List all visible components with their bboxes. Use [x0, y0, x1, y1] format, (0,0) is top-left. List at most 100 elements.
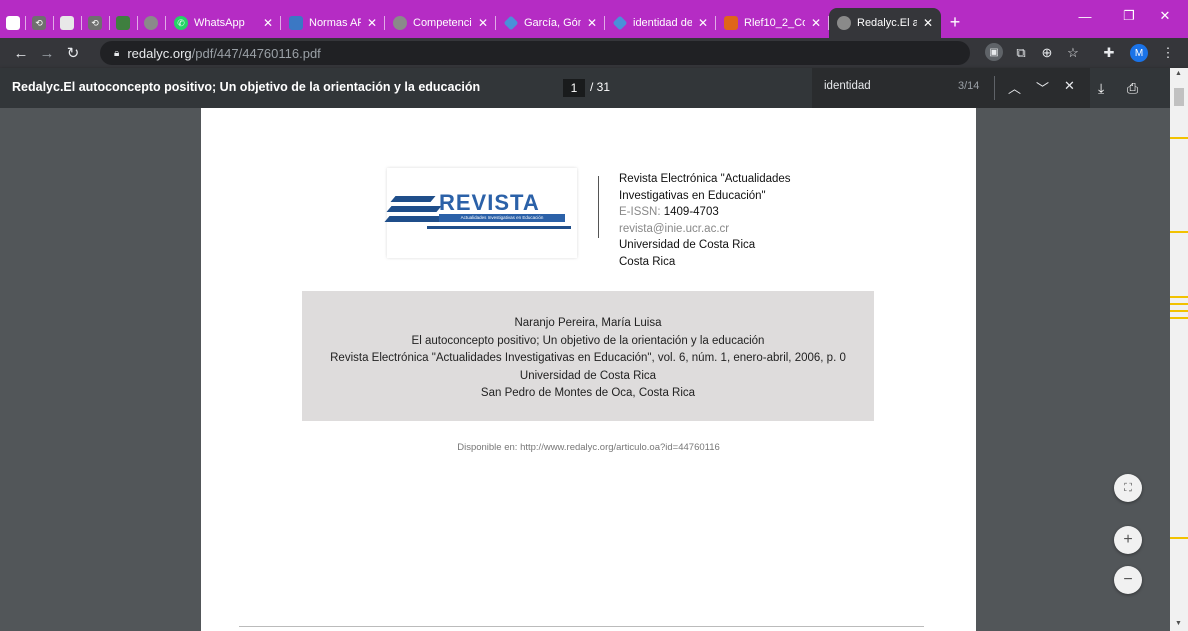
citation-author: Naranjo Pereira, María Luisa	[514, 317, 662, 329]
vertical-scrollbar[interactable]: ▲ ▼	[1170, 68, 1188, 631]
lock-icon: 🔒︎	[114, 47, 120, 59]
document-icon	[289, 16, 303, 30]
forward-icon[interactable]: →	[34, 45, 60, 62]
download-icon[interactable]: ⤓	[1098, 80, 1104, 97]
find-previous-icon[interactable]: ︿	[1008, 78, 1021, 97]
back-icon[interactable]: ←	[8, 45, 34, 62]
profile-avatar[interactable]: M	[1130, 44, 1148, 62]
close-icon[interactable]: ✕	[263, 16, 273, 30]
tab-pinned-2[interactable]: ⟲	[26, 8, 54, 38]
pdf-toolbar: Redalyc.El autoconcepto positivo; Un obj…	[0, 68, 1188, 108]
tab-pinned-4[interactable]: ⟲	[82, 8, 110, 38]
find-match-marker	[1170, 310, 1188, 312]
tab-competencia[interactable]: Competencia ✕	[385, 8, 496, 38]
find-match-marker	[1170, 137, 1188, 139]
issn-value: 1409-4703	[663, 206, 719, 218]
globe-icon	[393, 16, 407, 30]
close-icon[interactable]: ✕	[367, 16, 377, 30]
find-bar: identidad 3/14 ︿ ﹀ ✕	[812, 68, 1090, 108]
tab-identidad[interactable]: identidad de ✕	[605, 8, 716, 38]
fit-page-button[interactable]: ⛶	[1114, 474, 1142, 502]
close-icon[interactable]: ✕	[698, 16, 708, 30]
logo-subtitle: Actualidades Investigativas en Educación	[439, 214, 565, 222]
tab-pinned-5[interactable]	[110, 8, 138, 38]
page-number-input[interactable]: 1	[563, 79, 585, 97]
diamond-icon	[503, 15, 519, 31]
scroll-thumb[interactable]	[1174, 88, 1184, 106]
tab-whatsapp[interactable]: ✆ WhatsApp ✕	[166, 8, 281, 38]
extensions-icon[interactable]: ✚	[1099, 43, 1119, 63]
journal-email: revista@inie.ucr.ac.cr	[619, 222, 730, 235]
zoom-in-button[interactable]: +	[1114, 526, 1142, 554]
journal-name-line1: Revista Electrónica "Actualidades	[619, 173, 791, 185]
url-host: redalyc.org	[127, 45, 192, 61]
tab-pinned-6[interactable]	[138, 8, 166, 38]
close-icon[interactable]: ✕	[587, 16, 597, 30]
bookmark-star-icon[interactable]: ☆	[1063, 43, 1083, 63]
find-count: 3/14	[958, 80, 980, 92]
address-bar[interactable]: 🔒︎ redalyc.org/pdf/447/44760116.pdf	[100, 41, 970, 65]
find-divider	[994, 76, 995, 100]
pdf-page-icon[interactable]: ▣	[985, 43, 1003, 61]
tab-normas-apa[interactable]: Normas APA✕	[281, 8, 385, 38]
page-icon	[6, 16, 20, 30]
close-icon[interactable]: ✕	[478, 16, 488, 30]
page-total: / 31	[590, 80, 611, 94]
tab-rlef10[interactable]: Rlef10_2_Co ✕	[716, 8, 829, 38]
find-next-icon[interactable]: ﹀	[1036, 78, 1049, 97]
citation-journal: Revista Electrónica "Actualidades Invest…	[330, 352, 846, 364]
journal-info: Revista Electrónica "Actualidades Invest…	[619, 171, 791, 270]
globe-icon	[144, 16, 158, 30]
divider	[598, 176, 599, 238]
zoom-out-button[interactable]: −	[1114, 566, 1142, 594]
menu-kebab-icon[interactable]: ⋮	[1158, 43, 1178, 63]
journal-country: Costa Rica	[619, 255, 676, 268]
document-icon	[60, 16, 74, 30]
link-icon: ⟲	[32, 16, 46, 30]
available-link[interactable]: Disponible en: http://www.redalyc.org/ar…	[201, 442, 976, 453]
scroll-up-icon[interactable]: ▲	[1175, 70, 1182, 77]
minimize-button[interactable]: —	[1062, 0, 1108, 32]
scroll-down-icon[interactable]: ▼	[1175, 620, 1182, 627]
citation-university: Universidad de Costa Rica	[519, 369, 657, 382]
find-close-icon[interactable]: ✕	[1064, 78, 1075, 94]
journal-logo: REVISTA Actualidades Investigativas en E…	[384, 168, 577, 258]
tab-strip: ⟲ ⟲ ✆WhatsApp✕ Normas APA✕ Competencia✕ …	[0, 0, 1188, 38]
logo-word: REVISTA	[439, 190, 540, 215]
find-input[interactable]: identidad	[824, 80, 871, 92]
pdf-title: Redalyc.El autoconcepto positivo; Un obj…	[12, 80, 481, 94]
tab-pinned-3[interactable]	[54, 8, 82, 38]
translate-icon[interactable]: ⧉	[1011, 43, 1031, 63]
tab-pinned-1[interactable]	[0, 8, 26, 38]
zoom-icon[interactable]: ⊕	[1037, 43, 1057, 63]
find-match-marker	[1170, 231, 1188, 233]
pdf-page: REVISTA Actualidades Investigativas en E…	[201, 108, 976, 631]
citation-box: Naranjo Pereira, María Luisa El autoconc…	[302, 291, 874, 421]
pdf-icon	[724, 16, 738, 30]
issn-label: E-ISSN:	[619, 206, 661, 218]
find-match-marker	[1170, 296, 1188, 298]
diamond-icon	[612, 15, 628, 31]
find-match-marker	[1170, 537, 1188, 539]
citation-location: San Pedro de Montes de Oca, Costa Rica	[480, 387, 696, 399]
journal-name-line2: Investigativas en Educación"	[619, 189, 766, 202]
tab-redalyc[interactable]: Redalyc.El au✕	[829, 8, 941, 38]
close-icon[interactable]: ✕	[811, 16, 821, 30]
new-tab-button[interactable]: +	[941, 12, 969, 33]
link-icon: ⟲	[88, 16, 102, 30]
url-path: /pdf/447/44760116.pdf	[191, 45, 321, 61]
close-window-button[interactable]: ✕	[1142, 0, 1188, 32]
citation-title: El autoconcepto positivo; Un objetivo de…	[411, 334, 765, 347]
reload-icon[interactable]: ↻	[60, 44, 86, 62]
find-match-marker	[1170, 317, 1188, 319]
footer-rule	[239, 626, 924, 627]
image-icon	[116, 16, 130, 30]
whatsapp-icon: ✆	[174, 16, 188, 30]
find-match-marker	[1170, 303, 1188, 305]
pdf-viewer[interactable]: REVISTA Actualidades Investigativas en E…	[0, 108, 1170, 631]
close-icon[interactable]: ✕	[923, 16, 933, 30]
journal-university: Universidad de Costa Rica	[619, 239, 756, 251]
tab-garcia-gomez[interactable]: García, Góme✕	[496, 8, 605, 38]
print-icon[interactable]: ⎙	[1127, 80, 1138, 97]
globe-icon	[837, 16, 851, 30]
